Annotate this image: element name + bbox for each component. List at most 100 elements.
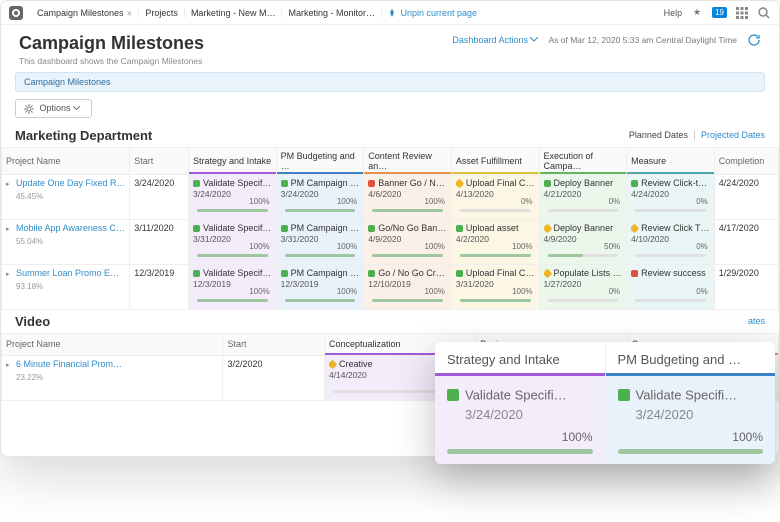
progress-bar (372, 209, 443, 212)
progress-bar (447, 449, 593, 454)
gear-icon (24, 104, 34, 114)
options-button[interactable]: Options (15, 99, 92, 118)
completion-date: 1/29/2020 (714, 264, 778, 309)
milestone-cell[interactable]: Deploy Banner4/21/20200% (544, 178, 623, 216)
progress-bar (285, 209, 356, 212)
page-subtitle: This dashboard shows the Campaign Milest… (19, 56, 204, 66)
apps-icon[interactable] (735, 6, 749, 20)
tab-campaign-milestones[interactable]: Campaign Milestones (31, 8, 139, 18)
milestone-cell[interactable]: Go / No Go Cre…12/10/2019100% (368, 268, 447, 306)
dashboard-actions-menu[interactable]: Dashboard Actions (452, 35, 538, 45)
progress-bar (460, 209, 531, 212)
notification-badge[interactable]: 19 (712, 7, 727, 18)
milestone-cell[interactable]: PM Campaign P…12/3/2019100% (281, 268, 360, 306)
tab-marketing-monitor[interactable]: Marketing - Monitor… (282, 8, 382, 18)
help-link[interactable]: Help (664, 8, 683, 18)
progress-bar (548, 254, 619, 257)
project-link[interactable]: Mobile App Awareness Campaign (16, 223, 126, 233)
projected-dates-toggle[interactable]: Projected Dates (701, 130, 765, 140)
planned-dates-toggle[interactable]: Planned Dates (629, 130, 695, 140)
col-project: Project Name (2, 147, 130, 174)
status-icon (631, 180, 638, 187)
status-icon (544, 223, 552, 232)
status-icon (631, 223, 639, 232)
milestone-cell[interactable]: Review Click-th…4/24/20200% (631, 178, 710, 216)
milestone-cell[interactable]: Upload Final Co…4/13/20200% (456, 178, 535, 216)
zoom-percent: 100% (732, 430, 763, 444)
zoom-date: 3/24/2020 (636, 407, 764, 422)
milestone-cell[interactable]: Upload Final Co…3/31/2020100% (456, 268, 535, 306)
search-icon[interactable] (757, 6, 771, 20)
project-percent: 93.18% (16, 282, 125, 291)
status-icon (631, 270, 638, 277)
status-square-icon (618, 389, 630, 401)
status-icon (456, 178, 464, 187)
stage-header[interactable]: Content Review an… (364, 147, 452, 174)
tab-marketing-new[interactable]: Marketing - New M… (185, 8, 283, 18)
start-date: 12/3/2019 (130, 264, 189, 309)
milestone-cell[interactable]: PM Campaign P…3/31/2020100% (281, 223, 360, 261)
stage-header[interactable]: Execution of Campa… (539, 147, 627, 174)
expand-caret-icon[interactable]: ▸ (6, 180, 10, 188)
status-icon (368, 225, 375, 232)
zoom-col-header: PM Budgeting and … (606, 342, 776, 376)
section-header: Marketing DepartmentPlanned DatesProject… (1, 124, 779, 147)
completion-date: 4/24/2020 (714, 174, 778, 219)
milestone-cell[interactable]: Populate Lists i…1/27/20200% (544, 268, 623, 306)
stage-header[interactable]: Strategy and Intake (189, 147, 277, 174)
start-date: 3/2/2020 (223, 355, 325, 400)
table-row: ▸ Summer Loan Promo Email 93.18% 12/3/2019V… (2, 264, 779, 309)
progress-bar (460, 254, 531, 257)
chevron-down-icon (73, 106, 80, 111)
status-icon (281, 180, 288, 187)
milestone-cell[interactable]: Go/No Go Bann…4/9/2020100% (368, 223, 447, 261)
milestone-cell[interactable]: Validate Specifi…3/31/2020100% (193, 223, 272, 261)
unpin-link[interactable]: Unpin current page (388, 8, 477, 18)
table-row: ▸ Mobile App Awareness Campaign 55.04% 3/11… (2, 219, 779, 264)
progress-bar (460, 299, 531, 302)
zoom-col-header: Strategy and Intake (435, 342, 605, 376)
projected-dates-toggle[interactable]: ates (748, 316, 765, 326)
page-title: Campaign Milestones (19, 33, 204, 54)
tab-projects[interactable]: Projects (139, 8, 185, 18)
start-date: 3/11/2020 (130, 219, 189, 264)
stage-header[interactable]: Asset Fulfillment (451, 147, 539, 174)
zoom-percent: 100% (562, 430, 593, 444)
table-row: ▸ Update One Day Fixed Rate Mortgage Bann… (2, 174, 779, 219)
stage-header[interactable]: Measure (627, 147, 715, 174)
breadcrumb-banner: Campaign Milestones (15, 72, 765, 92)
project-link[interactable]: Update One Day Fixed Rate Mortgage Banne… (16, 178, 126, 188)
milestone-cell[interactable]: Validate Specifi…12/3/2019100% (193, 268, 272, 306)
status-icon (456, 270, 463, 277)
status-icon (329, 359, 337, 368)
star-icon[interactable]: ★ (690, 6, 704, 20)
expand-caret-icon[interactable]: ▸ (6, 270, 10, 278)
progress-bar (635, 299, 706, 302)
progress-bar (197, 254, 268, 257)
status-icon (368, 180, 375, 187)
milestone-table: Project NameStartStrategy and IntakePM B… (1, 147, 779, 310)
progress-bar (197, 299, 268, 302)
milestone-cell[interactable]: Banner Go / No…4/6/2020100% (368, 178, 447, 216)
stage-header[interactable]: PM Budgeting and … (276, 147, 364, 174)
status-icon (193, 270, 200, 277)
project-link[interactable]: 6 Minute Financial Promo Review for Micr… (16, 359, 126, 369)
project-percent: 55.04% (16, 237, 125, 246)
progress-bar (635, 254, 706, 257)
chevron-down-icon (530, 37, 538, 43)
milestone-cell[interactable]: Upload asset4/2/2020100% (456, 223, 535, 261)
milestone-cell[interactable]: Review success0% (631, 268, 710, 306)
as-of-text: As of Mar 12, 2020 5:33 am Central Dayli… (548, 35, 737, 45)
page-header: Campaign Milestones This dashboard shows… (1, 25, 779, 72)
milestone-cell[interactable]: PM Campaign P…3/24/2020100% (281, 178, 360, 216)
project-link[interactable]: Summer Loan Promo Email (16, 268, 126, 278)
expand-caret-icon[interactable]: ▸ (6, 225, 10, 233)
status-square-icon (447, 389, 459, 401)
milestone-cell[interactable]: Deploy Banner4/9/202050% (544, 223, 623, 261)
milestone-cell[interactable]: Validate Specifi…3/24/2020100% (193, 178, 272, 216)
expand-caret-icon[interactable]: ▸ (6, 361, 10, 369)
project-percent: 23.22% (16, 373, 218, 382)
pin-icon (388, 9, 396, 17)
refresh-icon[interactable] (747, 33, 761, 47)
milestone-cell[interactable]: Review Click Th…4/10/20200% (631, 223, 710, 261)
